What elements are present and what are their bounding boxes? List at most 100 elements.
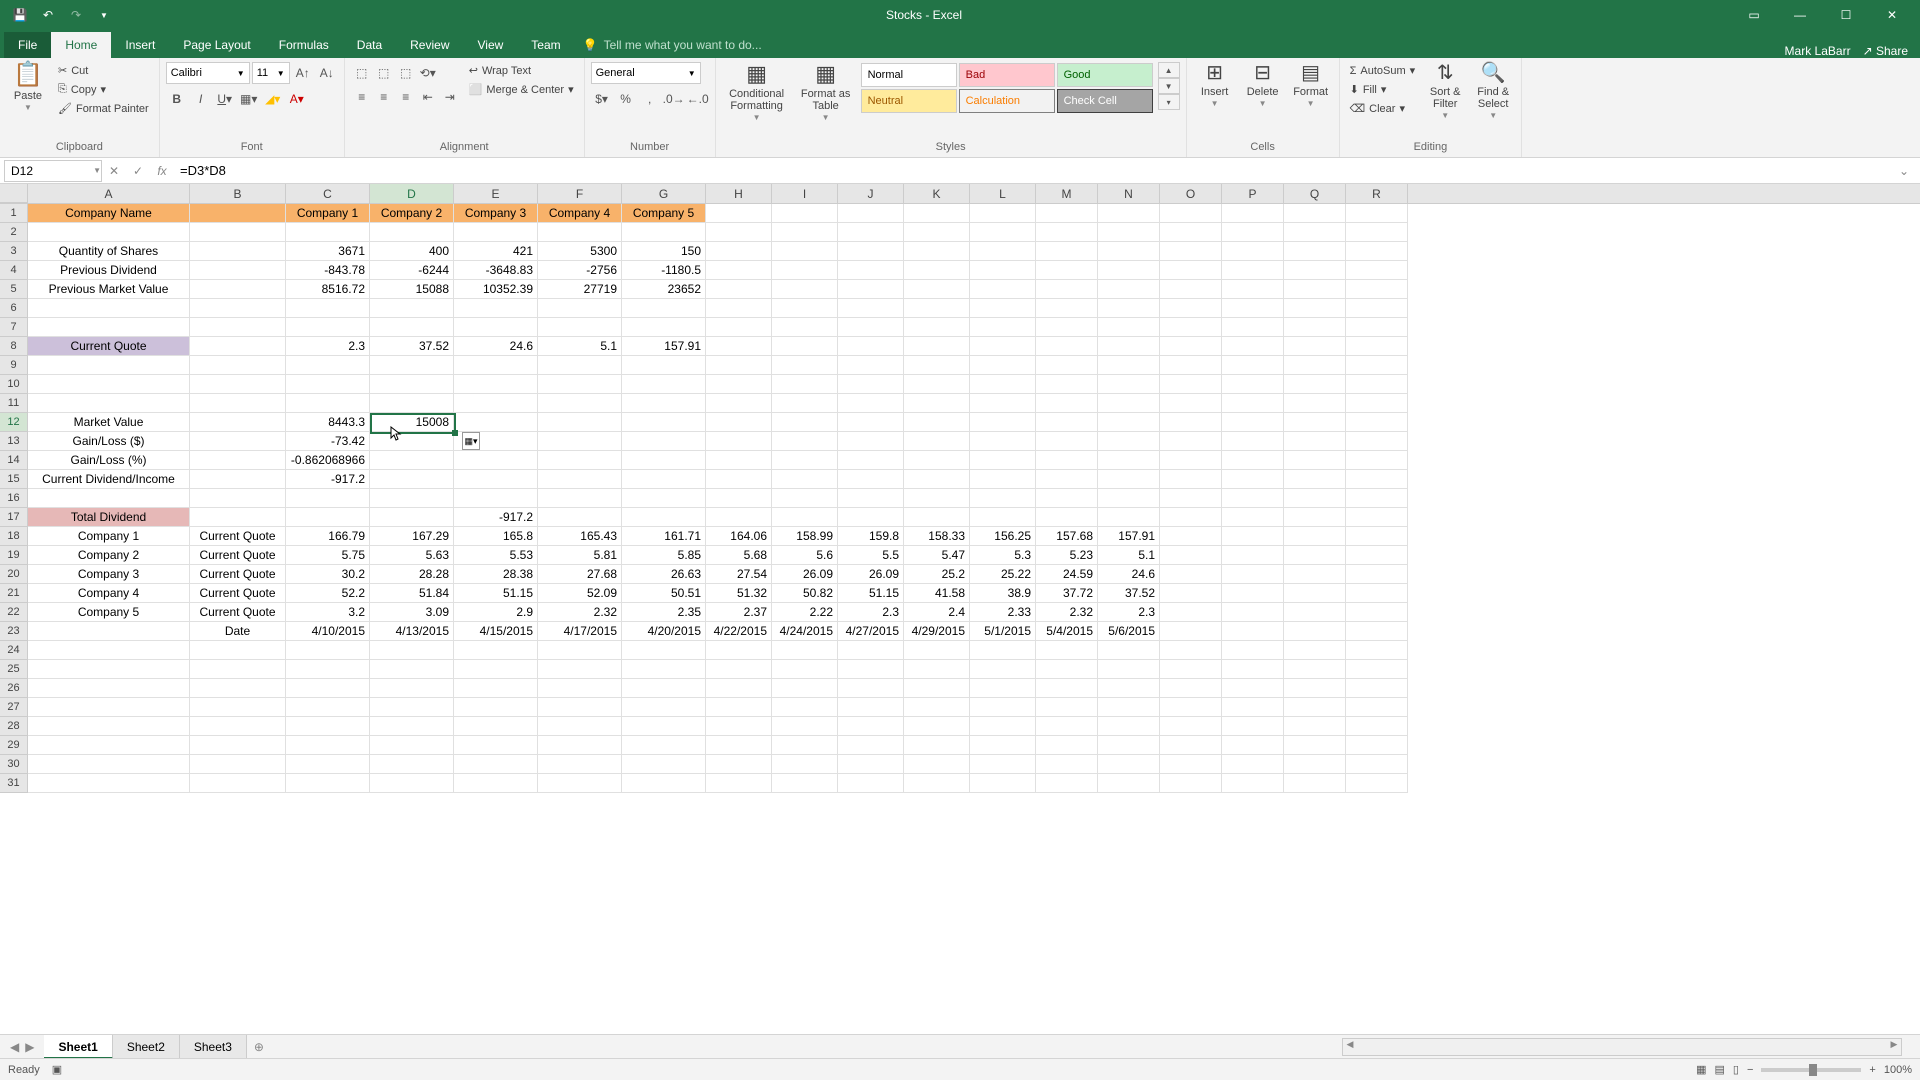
cell[interactable]: 421: [454, 242, 538, 261]
cell[interactable]: [1284, 242, 1346, 261]
cell[interactable]: [622, 394, 706, 413]
cell[interactable]: [454, 679, 538, 698]
cell[interactable]: [1098, 641, 1160, 660]
decrease-font-icon[interactable]: A↓: [316, 62, 338, 84]
cell[interactable]: [970, 755, 1036, 774]
cell[interactable]: [904, 641, 970, 660]
view-layout-icon[interactable]: ▤: [1715, 1063, 1725, 1076]
cell[interactable]: Company 5: [28, 603, 190, 622]
decrease-indent-icon[interactable]: ⇤: [417, 86, 439, 108]
cell[interactable]: 4/22/2015: [706, 622, 772, 641]
cell[interactable]: 164.06: [706, 527, 772, 546]
cell[interactable]: -917.2: [454, 508, 538, 527]
cell[interactable]: [970, 280, 1036, 299]
cell[interactable]: [538, 356, 622, 375]
cell[interactable]: 8516.72: [286, 280, 370, 299]
style-normal[interactable]: Normal: [861, 63, 957, 87]
cell[interactable]: [370, 432, 454, 451]
cell[interactable]: [1160, 242, 1222, 261]
cell[interactable]: [904, 337, 970, 356]
row-header-3[interactable]: 3: [0, 242, 28, 261]
cell[interactable]: [454, 470, 538, 489]
cell[interactable]: 2.22: [772, 603, 838, 622]
align-right-icon[interactable]: ≡: [395, 86, 417, 108]
save-icon[interactable]: 💾: [8, 3, 32, 27]
cell[interactable]: [286, 660, 370, 679]
cell[interactable]: [1160, 736, 1222, 755]
cell[interactable]: 5/1/2015: [970, 622, 1036, 641]
cell[interactable]: Company Name: [28, 204, 190, 223]
cell[interactable]: [1160, 527, 1222, 546]
row-header-11[interactable]: 11: [0, 394, 28, 413]
cell[interactable]: [454, 318, 538, 337]
cell[interactable]: 166.79: [286, 527, 370, 546]
cell[interactable]: [370, 508, 454, 527]
cell[interactable]: [1098, 204, 1160, 223]
cell[interactable]: 26.09: [838, 565, 904, 584]
cell[interactable]: [370, 470, 454, 489]
cell[interactable]: [706, 261, 772, 280]
cell[interactable]: [370, 641, 454, 660]
cell[interactable]: 2.9: [454, 603, 538, 622]
cell[interactable]: [622, 375, 706, 394]
format-cells-button[interactable]: ▤Format▼: [1289, 62, 1333, 109]
cell[interactable]: [1160, 755, 1222, 774]
cell[interactable]: 5.6: [772, 546, 838, 565]
cell[interactable]: -0.862068966: [286, 451, 370, 470]
cell[interactable]: [970, 356, 1036, 375]
increase-indent-icon[interactable]: ⇥: [439, 86, 461, 108]
col-header-L[interactable]: L: [970, 184, 1036, 203]
col-header-K[interactable]: K: [904, 184, 970, 203]
cell[interactable]: [1036, 508, 1098, 527]
cell[interactable]: 4/20/2015: [622, 622, 706, 641]
cell[interactable]: [190, 451, 286, 470]
cell[interactable]: [1284, 508, 1346, 527]
cell[interactable]: [1036, 470, 1098, 489]
cell[interactable]: [904, 223, 970, 242]
cell[interactable]: [1098, 318, 1160, 337]
cell[interactable]: [772, 774, 838, 793]
cell[interactable]: [1036, 261, 1098, 280]
cell[interactable]: [190, 204, 286, 223]
clear-button[interactable]: ⌫ Clear ▾: [1346, 100, 1420, 117]
row-header-12[interactable]: 12: [0, 413, 28, 432]
cell[interactable]: [1284, 622, 1346, 641]
cell[interactable]: [28, 660, 190, 679]
cell[interactable]: [1346, 470, 1408, 489]
cell[interactable]: [286, 375, 370, 394]
fill-color-icon[interactable]: ◢▾: [262, 88, 284, 110]
cell[interactable]: [454, 660, 538, 679]
cell[interactable]: [622, 679, 706, 698]
cell[interactable]: [1346, 394, 1408, 413]
cell[interactable]: [370, 299, 454, 318]
cell[interactable]: [838, 451, 904, 470]
cell[interactable]: [1160, 641, 1222, 660]
cell[interactable]: [1036, 774, 1098, 793]
cell[interactable]: [370, 223, 454, 242]
cell[interactable]: 4/27/2015: [838, 622, 904, 641]
cell[interactable]: [1098, 679, 1160, 698]
cell[interactable]: [904, 679, 970, 698]
cell[interactable]: 15008: [370, 413, 454, 432]
style-neutral[interactable]: Neutral: [861, 89, 957, 113]
cell[interactable]: [1160, 698, 1222, 717]
cell[interactable]: [538, 432, 622, 451]
cell[interactable]: [1098, 755, 1160, 774]
underline-icon[interactable]: U▾: [214, 88, 236, 110]
cell[interactable]: [706, 698, 772, 717]
cell[interactable]: [970, 337, 1036, 356]
cell[interactable]: 27719: [538, 280, 622, 299]
cell[interactable]: [1160, 261, 1222, 280]
cell[interactable]: [1222, 204, 1284, 223]
cell[interactable]: [1222, 755, 1284, 774]
cell[interactable]: [286, 698, 370, 717]
cell[interactable]: [1222, 717, 1284, 736]
sheet-tab-1[interactable]: Sheet1: [44, 1035, 112, 1059]
cell[interactable]: 400: [370, 242, 454, 261]
cell[interactable]: [970, 413, 1036, 432]
cell[interactable]: [1098, 261, 1160, 280]
cell[interactable]: [370, 356, 454, 375]
cell[interactable]: [970, 698, 1036, 717]
cell[interactable]: [1036, 242, 1098, 261]
cell[interactable]: [370, 774, 454, 793]
